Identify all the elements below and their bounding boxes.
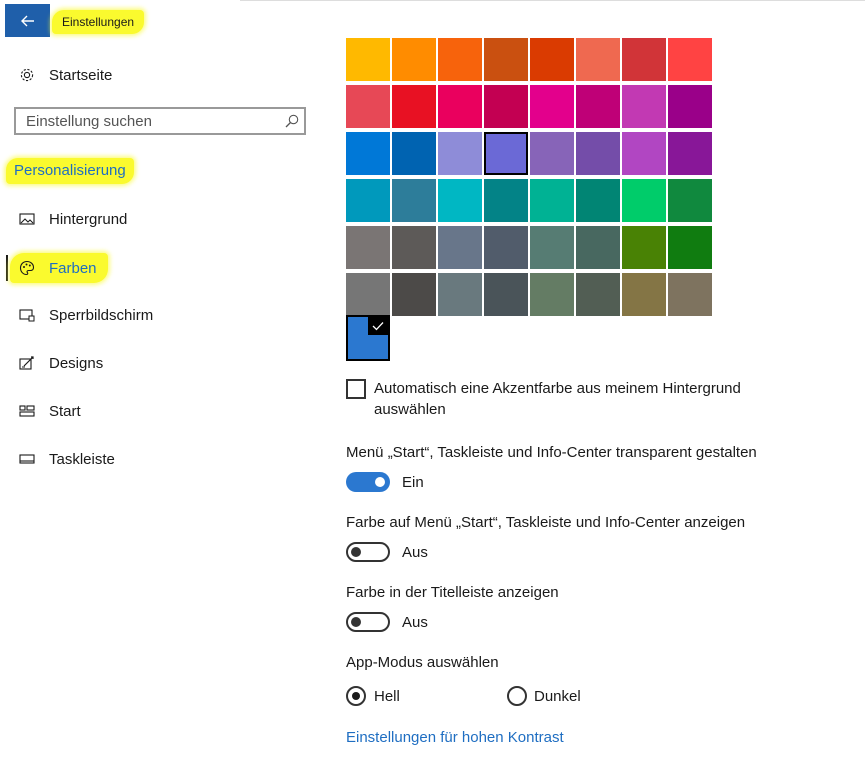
accent-color-swatch[interactable] [668,273,712,316]
nav-item-farben[interactable]: Farben [10,253,108,283]
transparency-label: Menü „Start“, Taskleiste und Info-Center… [346,444,757,461]
taskbar-icon [18,450,36,468]
accent-color-swatch[interactable] [392,38,436,81]
accent-color-swatch[interactable] [392,85,436,128]
accent-color-swatch[interactable] [346,179,390,222]
accent-color-swatch[interactable] [668,38,712,81]
accent-color-swatch[interactable] [622,226,666,269]
toggle-knob [351,547,361,557]
checkmark-icon [368,317,388,335]
search-icon[interactable] [284,113,300,129]
accent-color-swatch[interactable] [392,179,436,222]
toggle-knob [351,617,361,627]
accent-color-swatch[interactable] [668,132,712,175]
lock-screen-icon [18,306,36,324]
accent-color-swatch[interactable] [622,179,666,222]
app-mode-light-label[interactable]: Hell [374,688,400,705]
app-mode-dark-label[interactable]: Dunkel [534,688,581,705]
auto-accent-label: Automatisch eine Akzentfarbe aus meinem … [374,380,741,418]
palette-icon [18,259,36,277]
color-on-start-toggle[interactable] [346,542,390,562]
app-mode-light-radio[interactable] [346,686,366,706]
transparency-toggle[interactable] [346,472,390,492]
accent-color-swatch[interactable] [438,273,482,316]
app-title: Einstellungen [52,10,145,34]
high-contrast-link[interactable]: Einstellungen für hohen Kontrast [346,729,564,746]
color-titlebar-toggle[interactable] [346,612,390,632]
accent-color-swatch[interactable] [484,226,528,269]
accent-color-swatch[interactable] [530,273,574,316]
accent-color-swatch[interactable] [484,38,528,81]
start-icon [18,402,36,420]
transparency-state: Ein [402,474,424,491]
nav-item-label: Start [49,402,81,420]
picture-icon [18,210,36,228]
accent-color-swatch[interactable] [530,85,574,128]
accent-color-swatch[interactable] [438,85,482,128]
color-titlebar-state: Aus [402,614,428,631]
accent-color-swatch[interactable] [392,273,436,316]
back-button[interactable] [5,4,50,37]
custom-color-swatch[interactable] [346,315,390,361]
accent-color-swatch[interactable] [576,273,620,316]
accent-color-swatch[interactable] [576,85,620,128]
accent-color-swatch[interactable] [484,273,528,316]
app-mode-dark-radio[interactable] [507,686,527,706]
color-on-start-label: Farbe auf Menü „Start“, Taskleiste und I… [346,514,746,531]
accent-color-swatch[interactable] [484,179,528,222]
accent-color-swatch[interactable] [576,132,620,175]
selected-indicator [6,255,8,281]
accent-color-swatch[interactable] [530,38,574,81]
accent-color-swatch[interactable] [438,226,482,269]
nav-item-label: Sperrbildschirm [49,306,154,324]
accent-color-swatch[interactable] [622,273,666,316]
accent-color-swatch[interactable] [622,132,666,175]
auto-accent-checkbox[interactable] [346,379,366,399]
color-titlebar-label: Farbe in der Titelleiste anzeigen [346,584,559,601]
nav-home-label: Startseite [49,66,113,84]
accent-color-swatch[interactable] [392,132,436,175]
search-box[interactable] [14,107,306,135]
nav-item-label: Farben [49,259,97,277]
accent-color-swatch[interactable] [668,226,712,269]
accent-color-swatch[interactable] [392,226,436,269]
accent-color-grid [346,38,714,316]
nav-item-label: Taskleiste [49,450,115,468]
accent-color-swatch[interactable] [484,132,528,175]
section-heading: Personalisierung [6,158,134,184]
accent-color-swatch[interactable] [530,179,574,222]
gear-icon [18,66,36,84]
search-input[interactable] [16,109,286,133]
accent-color-swatch[interactable] [668,85,712,128]
accent-color-swatch[interactable] [346,38,390,81]
accent-color-swatch[interactable] [576,226,620,269]
designs-icon [18,354,36,372]
toggle-knob [375,477,385,487]
accent-color-swatch[interactable] [438,132,482,175]
accent-color-swatch[interactable] [530,132,574,175]
app-mode-label: App-Modus auswählen [346,654,499,671]
back-arrow-icon [20,15,34,26]
nav-item-label: Designs [49,354,104,372]
title-bar-border [240,0,865,1]
accent-color-swatch[interactable] [438,38,482,81]
accent-color-swatch[interactable] [346,226,390,269]
accent-color-swatch[interactable] [484,85,528,128]
color-on-start-state: Aus [402,544,428,561]
accent-color-swatch[interactable] [346,85,390,128]
accent-color-swatch[interactable] [622,38,666,81]
accent-color-swatch[interactable] [668,179,712,222]
accent-color-swatch[interactable] [530,226,574,269]
accent-color-swatch[interactable] [622,85,666,128]
accent-color-swatch[interactable] [576,38,620,81]
accent-color-swatch[interactable] [346,132,390,175]
accent-color-swatch[interactable] [576,179,620,222]
nav-item-label: Hintergrund [49,210,128,228]
accent-color-swatch[interactable] [438,179,482,222]
accent-color-swatch[interactable] [346,273,390,316]
